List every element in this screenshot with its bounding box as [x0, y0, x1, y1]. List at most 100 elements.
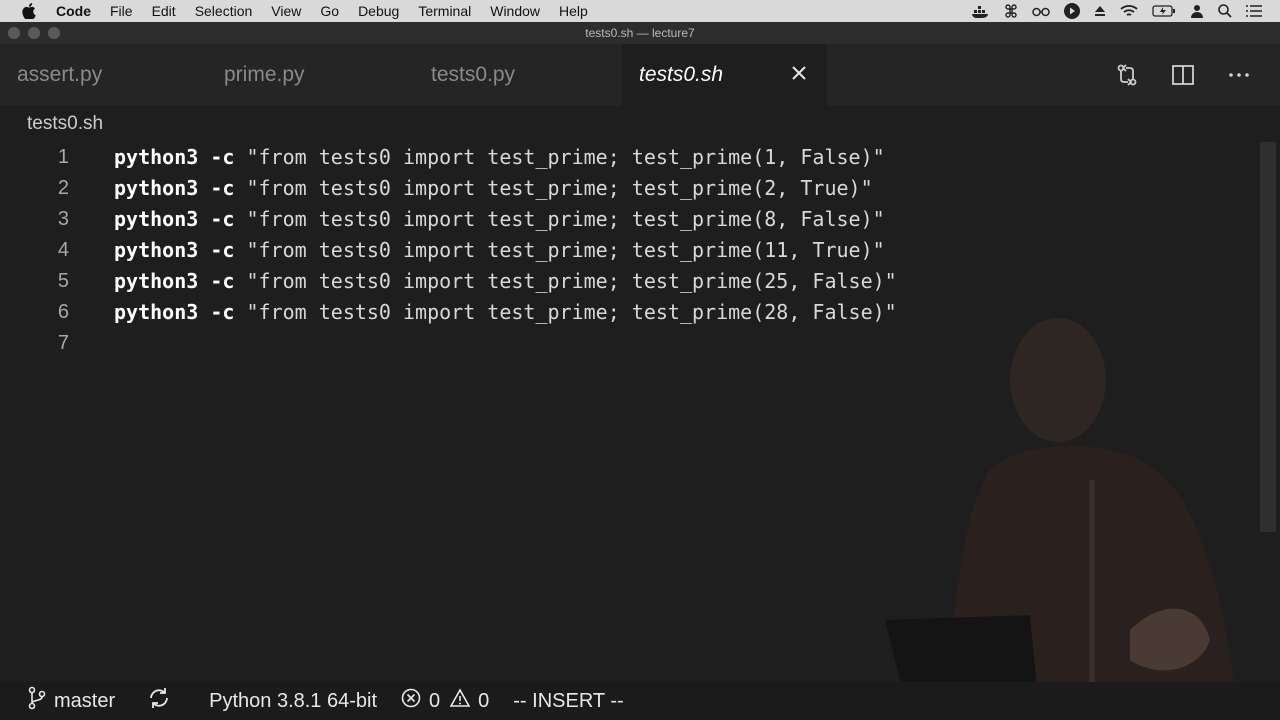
window-title: tests0.sh — lecture7 — [585, 26, 695, 40]
code-editor[interactable]: 1 python3 -c "from tests0 import test_pr… — [0, 142, 1260, 359]
git-branch[interactable]: master — [28, 686, 115, 716]
user-icon[interactable] — [1190, 4, 1204, 18]
line-number: 6 — [57, 301, 69, 323]
editor-actions — [1084, 62, 1252, 88]
apple-icon[interactable] — [22, 3, 38, 19]
flag: -c — [210, 269, 235, 293]
command: python3 — [114, 238, 199, 262]
argument-string: "from tests0 import test_prime; test_pri… — [246, 238, 885, 262]
menu-window[interactable]: Window — [490, 3, 540, 19]
flag: -c — [210, 238, 235, 262]
presenter-torso — [950, 446, 1240, 720]
status-bar: master Python 3.8.1 64-bit 0 0 -- INSERT… — [0, 682, 1280, 720]
line-number: 3 — [57, 208, 69, 230]
tab-tests0-sh[interactable]: tests0.sh — [622, 44, 827, 106]
line-content: python3 -c "from tests0 import test_prim… — [114, 297, 897, 328]
menu-view[interactable]: View — [271, 3, 301, 19]
split-editor-icon[interactable] — [1170, 62, 1196, 88]
menu-help[interactable]: Help — [559, 3, 588, 19]
line-number: 1 — [57, 146, 69, 168]
window-title-bar: tests0.sh — lecture7 — [0, 22, 1280, 44]
play-icon[interactable] — [1064, 3, 1080, 19]
code-line: 7 — [0, 328, 1260, 359]
tab-tests0-py[interactable]: tests0.py — [414, 44, 621, 106]
spotlight-search-icon[interactable] — [1218, 4, 1232, 18]
more-actions-icon[interactable] — [1226, 62, 1252, 88]
sync-button[interactable] — [147, 687, 179, 715]
command: python3 — [114, 145, 199, 169]
line-content: python3 -c "from tests0 import test_prim… — [114, 142, 885, 173]
tab-label: assert.py — [17, 63, 103, 86]
presenter-video-overlay — [885, 318, 1240, 720]
command: python3 — [114, 300, 199, 324]
argument-string: "from tests0 import test_prime; test_pri… — [246, 300, 897, 324]
breadcrumb[interactable]: tests0.sh — [27, 113, 103, 135]
flag: -c — [210, 176, 235, 200]
menu-selection[interactable]: Selection — [195, 3, 253, 19]
editor-scrollbar[interactable] — [1260, 142, 1276, 532]
tab-label: tests0.py — [431, 63, 516, 86]
tab-label: prime.py — [224, 63, 305, 86]
flag: -c — [210, 207, 235, 231]
battery-icon[interactable] — [1152, 5, 1176, 17]
tab-label: tests0.sh — [639, 63, 724, 86]
menu-extras — [958, 0, 1262, 22]
code-line: 3 python3 -c "from tests0 import test_pr… — [0, 204, 1260, 235]
flag: -c — [210, 300, 235, 324]
code-line: 2 python3 -c "from tests0 import test_pr… — [0, 173, 1260, 204]
line-content: python3 -c "from tests0 import test_prim… — [114, 204, 885, 235]
code-line: 4 python3 -c "from tests0 import test_pr… — [0, 235, 1260, 266]
argument-string: "from tests0 import test_prime; test_pri… — [246, 145, 885, 169]
wifi-icon[interactable] — [1120, 4, 1138, 18]
close-icon[interactable] — [789, 63, 809, 83]
compare-changes-icon[interactable] — [1114, 62, 1140, 88]
line-content: python3 -c "from tests0 import test_prim… — [114, 235, 885, 266]
code-line: 6 python3 -c "from tests0 import test_pr… — [0, 297, 1260, 328]
line-number: 2 — [57, 177, 69, 199]
line-content: python3 -c "from tests0 import test_prim… — [114, 266, 897, 297]
line-number: 4 — [57, 239, 69, 261]
problems-indicator[interactable]: 0 0 — [401, 688, 489, 714]
menu-debug[interactable]: Debug — [358, 3, 399, 19]
error-count: 0 — [429, 689, 441, 712]
argument-string: "from tests0 import test_prime; test_pri… — [246, 207, 885, 231]
eject-icon[interactable] — [1094, 5, 1106, 17]
tab-assert-py[interactable]: assert.py — [0, 44, 205, 106]
argument-string: "from tests0 import test_prime; test_pri… — [246, 269, 897, 293]
window-controls — [8, 27, 68, 39]
menu-app-name[interactable]: Code — [56, 3, 91, 19]
code-line: 5 python3 -c "from tests0 import test_pr… — [0, 266, 1260, 297]
notification-center-icon[interactable] — [1246, 5, 1262, 17]
error-circle-icon — [401, 688, 429, 714]
docker-icon[interactable] — [972, 4, 990, 18]
menu-file[interactable]: File — [110, 3, 133, 19]
minimize-window-button[interactable] — [28, 27, 40, 39]
warning-count: 0 — [478, 689, 490, 712]
macos-menu-bar: Code File Edit Selection View Go Debug T… — [0, 0, 1280, 22]
branch-name: master — [54, 689, 116, 712]
flag: -c — [210, 145, 235, 169]
warning-triangle-icon — [449, 688, 478, 714]
tab-prime-py[interactable]: prime.py — [207, 44, 412, 106]
code-line: 1 python3 -c "from tests0 import test_pr… — [0, 142, 1260, 173]
close-window-button[interactable] — [8, 27, 20, 39]
command: python3 — [114, 269, 199, 293]
command: python3 — [114, 207, 199, 231]
interpreter-label: Python 3.8.1 64-bit — [209, 689, 378, 712]
command-icon[interactable] — [1004, 4, 1018, 18]
python-interpreter[interactable]: Python 3.8.1 64-bit — [209, 690, 377, 713]
presenter-hand — [1130, 608, 1210, 671]
vim-mode-label: -- INSERT -- — [513, 689, 624, 712]
sync-icon — [147, 687, 179, 715]
menu-terminal[interactable]: Terminal — [418, 3, 471, 19]
menu-go[interactable]: Go — [320, 3, 339, 19]
line-content: python3 -c "from tests0 import test_prim… — [114, 173, 873, 204]
glasses-icon[interactable] — [1032, 5, 1050, 17]
argument-string: "from tests0 import test_prime; test_pri… — [246, 176, 873, 200]
zoom-window-button[interactable] — [48, 27, 60, 39]
vim-mode: -- INSERT -- — [513, 690, 623, 713]
menu-edit[interactable]: Edit — [152, 3, 176, 19]
line-number: 7 — [57, 332, 69, 354]
editor-tab-bar: assert.py prime.py tests0.py tests0.sh — [0, 44, 1280, 106]
line-number: 5 — [57, 270, 69, 292]
